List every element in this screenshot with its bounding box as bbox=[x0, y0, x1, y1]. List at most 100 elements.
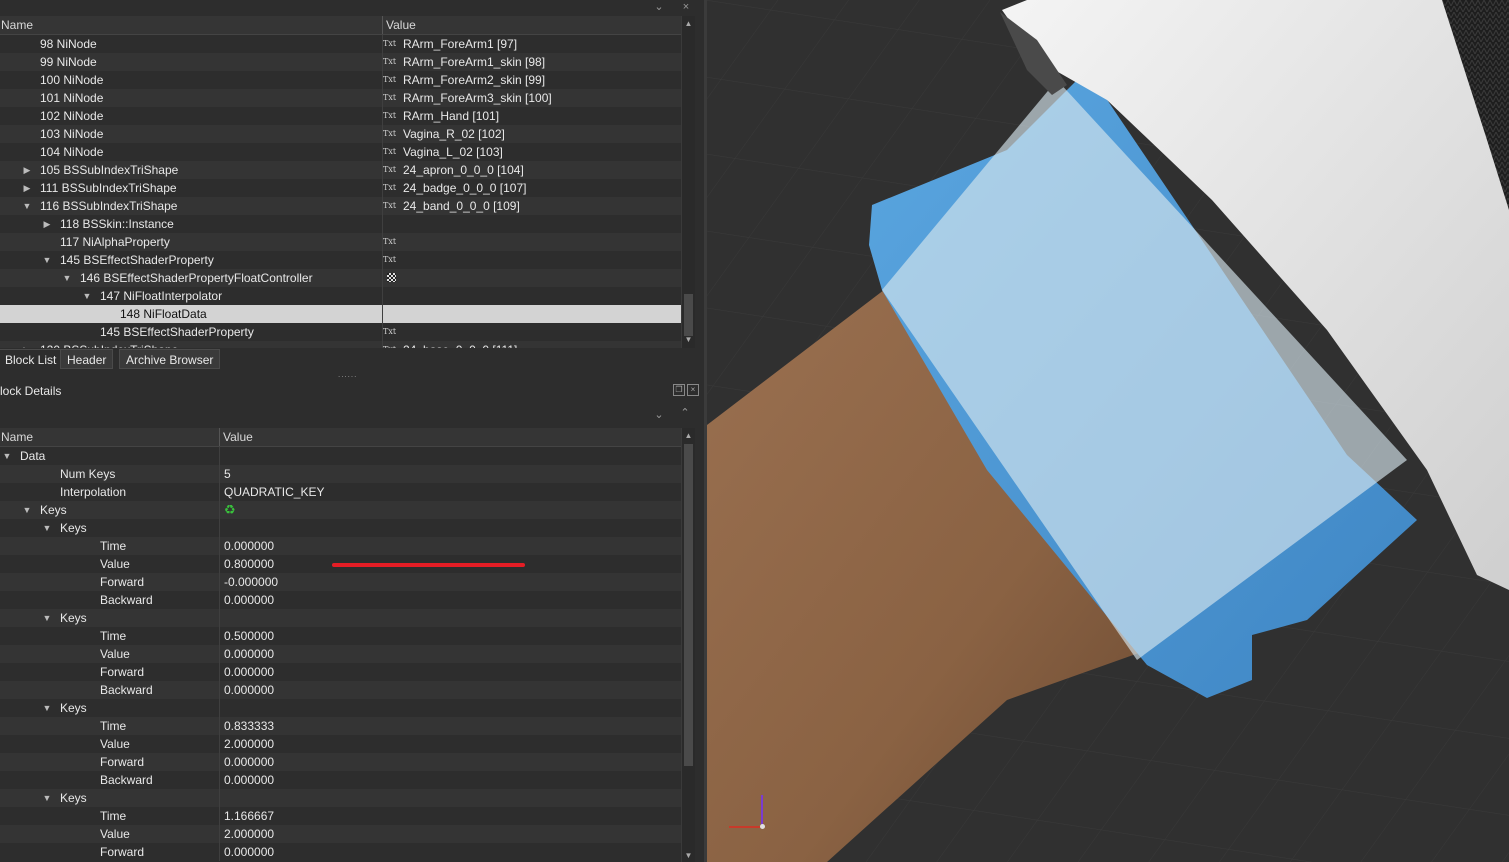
block-row[interactable]: ▼ 145 BSEffectShaderProperty Txt bbox=[0, 251, 681, 269]
block-value[interactable]: 24_band_0_0_0 [109] bbox=[403, 197, 520, 215]
tab-archive-browser[interactable]: Archive Browser bbox=[119, 349, 221, 369]
expand-all-details-icon[interactable]: ⌃ bbox=[678, 406, 692, 420]
detail-row[interactable]: ▼ Keys bbox=[0, 699, 681, 717]
block-value[interactable]: 24_badge_0_0_0 [107] bbox=[403, 179, 526, 197]
detail-row[interactable]: Time 0.500000 bbox=[0, 627, 681, 645]
detail-row[interactable]: ▼ Data bbox=[0, 447, 681, 465]
refresh-keys-icon[interactable]: ♻ bbox=[224, 501, 236, 519]
block-row[interactable]: 117 NiAlphaProperty Txt bbox=[0, 233, 681, 251]
block-row[interactable]: 99 NiNode Txt RArm_ForeArm1_skin [98] bbox=[0, 53, 681, 71]
collapsed-arrow-icon[interactable]: ▶ bbox=[22, 179, 32, 197]
block-row[interactable]: 104 NiNode Txt Vagina_L_02 [103] bbox=[0, 143, 681, 161]
scroll-thumb[interactable] bbox=[684, 294, 693, 336]
detail-value[interactable]: 5 bbox=[224, 465, 231, 483]
detail-row[interactable]: Forward 0.000000 bbox=[0, 753, 681, 771]
scroll-up-icon[interactable]: ▲ bbox=[682, 18, 695, 30]
detail-value[interactable]: 2.000000 bbox=[224, 825, 274, 843]
details-tree[interactable]: ▼ Data Num Keys 5 Interpolation QUADRATIC_KEY… bbox=[0, 447, 681, 862]
detail-row[interactable]: Backward 0.000000 bbox=[0, 591, 681, 609]
detail-value[interactable]: 0.000000 bbox=[224, 753, 274, 771]
expanded-arrow-icon[interactable]: ▼ bbox=[62, 269, 72, 287]
collapsed-arrow-icon[interactable]: ▶ bbox=[22, 161, 32, 179]
expanded-arrow-icon[interactable]: ▼ bbox=[42, 251, 52, 269]
details-scroll-thumb[interactable] bbox=[684, 444, 693, 766]
detail-row[interactable]: Time 0.000000 bbox=[0, 537, 681, 555]
block-list-scrollbar[interactable]: ▲ ▼ bbox=[681, 16, 695, 348]
block-row[interactable]: 100 NiNode Txt RArm_ForeArm2_skin [99] bbox=[0, 71, 681, 89]
block-row[interactable]: ▼ 116 BSSubIndexTriShape Txt 24_band_0_0_0 … bbox=[0, 197, 681, 215]
details-column-name-header[interactable]: Name bbox=[1, 428, 33, 446]
detail-value[interactable]: 0.000000 bbox=[224, 645, 274, 663]
block-value[interactable]: RArm_ForeArm3_skin [100] bbox=[403, 89, 552, 107]
block-value[interactable]: RArm_Hand [101] bbox=[403, 107, 499, 125]
render-viewport[interactable] bbox=[707, 0, 1509, 862]
block-row[interactable]: 102 NiNode Txt RArm_Hand [101] bbox=[0, 107, 681, 125]
block-list-tree[interactable]: 98 NiNode Txt RArm_ForeArm1 [97] 99 NiNode T… bbox=[0, 35, 681, 348]
details-column-value-header[interactable]: Value bbox=[223, 428, 253, 446]
block-row[interactable]: 103 NiNode Txt Vagina_R_02 [102] bbox=[0, 125, 681, 143]
collapse-all-details-icon[interactable]: ⌄ bbox=[652, 408, 666, 422]
detail-value[interactable]: 0.000000 bbox=[224, 537, 274, 555]
block-value[interactable]: 24_apron_0_0_0 [104] bbox=[403, 161, 524, 179]
block-row[interactable]: 145 BSEffectShaderProperty Txt bbox=[0, 323, 681, 341]
float-icon[interactable]: ❐ bbox=[673, 384, 685, 396]
block-value[interactable]: Vagina_L_02 [103] bbox=[403, 143, 503, 161]
block-row[interactable]: 148 NiFloatData bbox=[0, 305, 681, 323]
expanded-arrow-icon[interactable]: ▼ bbox=[42, 519, 52, 537]
block-row[interactable]: ▶ 111 BSSubIndexTriShape Txt 24_badge_0_0_0… bbox=[0, 179, 681, 197]
block-value[interactable]: Vagina_R_02 [102] bbox=[403, 125, 505, 143]
detail-value[interactable]: 0.000000 bbox=[224, 591, 274, 609]
tab-block-list[interactable]: Block List bbox=[0, 349, 64, 369]
expanded-arrow-icon[interactable]: ▼ bbox=[22, 501, 32, 519]
detail-row[interactable]: ▼ Keys bbox=[0, 789, 681, 807]
detail-value[interactable]: 0.000000 bbox=[224, 843, 274, 861]
column-name-header[interactable]: Name bbox=[1, 16, 33, 34]
block-row[interactable]: ▼ 147 NiFloatInterpolator bbox=[0, 287, 681, 305]
block-value[interactable]: RArm_ForeArm1_skin [98] bbox=[403, 53, 545, 71]
detail-value[interactable]: 0.800000 bbox=[224, 555, 274, 573]
detail-row[interactable]: ▼ Keys bbox=[0, 519, 681, 537]
detail-row[interactable]: Time 0.833333 bbox=[0, 717, 681, 735]
tab-header[interactable]: Header bbox=[60, 349, 114, 369]
block-value[interactable]: RArm_ForeArm1 [97] bbox=[403, 35, 517, 53]
detail-value[interactable]: 0.000000 bbox=[224, 681, 274, 699]
expanded-arrow-icon[interactable]: ▼ bbox=[42, 699, 52, 717]
details-scrollbar[interactable]: ▲ ▼ bbox=[681, 428, 695, 862]
detail-row[interactable]: Backward 0.000000 bbox=[0, 771, 681, 789]
expanded-arrow-icon[interactable]: ▼ bbox=[42, 609, 52, 627]
collapsed-arrow-icon[interactable]: ▶ bbox=[22, 341, 32, 348]
detail-value[interactable]: -0.000000 bbox=[224, 573, 278, 591]
detail-row[interactable]: Num Keys 5 bbox=[0, 465, 681, 483]
detail-row[interactable]: Interpolation QUADRATIC_KEY bbox=[0, 483, 681, 501]
detail-value[interactable]: QUADRATIC_KEY bbox=[224, 483, 324, 501]
detail-value[interactable]: 1.166667 bbox=[224, 807, 274, 825]
block-value[interactable]: 24_base_0_0_0 [111] bbox=[403, 341, 517, 348]
expanded-arrow-icon[interactable]: ▼ bbox=[42, 789, 52, 807]
detail-value[interactable]: 2.000000 bbox=[224, 735, 274, 753]
detail-row[interactable]: ▼ Keys bbox=[0, 609, 681, 627]
detail-value[interactable]: 0.000000 bbox=[224, 771, 274, 789]
expanded-arrow-icon[interactable]: ▼ bbox=[2, 447, 12, 465]
detail-value[interactable]: 0.500000 bbox=[224, 627, 274, 645]
collapse-all-icon[interactable]: ⌄ bbox=[652, 0, 666, 14]
detail-value[interactable]: 0.833333 bbox=[224, 717, 274, 735]
expanded-arrow-icon[interactable]: ▼ bbox=[22, 197, 32, 215]
collapsed-arrow-icon[interactable]: ▶ bbox=[42, 215, 52, 233]
detail-row[interactable]: Forward 0.000000 bbox=[0, 843, 681, 861]
details-scroll-up-icon[interactable]: ▲ bbox=[682, 430, 695, 442]
column-value-header[interactable]: Value bbox=[386, 16, 416, 34]
expanded-arrow-icon[interactable]: ▼ bbox=[82, 287, 92, 305]
close-icon[interactable]: × bbox=[679, 0, 693, 14]
splitter-grip[interactable]: ...... bbox=[338, 371, 358, 379]
block-row[interactable]: ▶ 118 BSSkin::Instance bbox=[0, 215, 681, 233]
detail-row[interactable]: Time 1.166667 bbox=[0, 807, 681, 825]
block-row[interactable]: 98 NiNode Txt RArm_ForeArm1 [97] bbox=[0, 35, 681, 53]
detail-row[interactable]: ▼ Keys ♻ bbox=[0, 501, 681, 519]
block-row[interactable]: 101 NiNode Txt RArm_ForeArm3_skin [100] bbox=[0, 89, 681, 107]
block-row[interactable]: ▼ 146 BSEffectShaderPropertyFloatControll… bbox=[0, 269, 681, 287]
detail-row[interactable]: Forward -0.000000 bbox=[0, 573, 681, 591]
detail-row[interactable]: Forward 0.000000 bbox=[0, 663, 681, 681]
detail-row[interactable]: Value 2.000000 bbox=[0, 825, 681, 843]
block-row[interactable]: ▶ 105 BSSubIndexTriShape Txt 24_apron_0_0_0… bbox=[0, 161, 681, 179]
scroll-down-icon[interactable]: ▼ bbox=[682, 334, 695, 346]
